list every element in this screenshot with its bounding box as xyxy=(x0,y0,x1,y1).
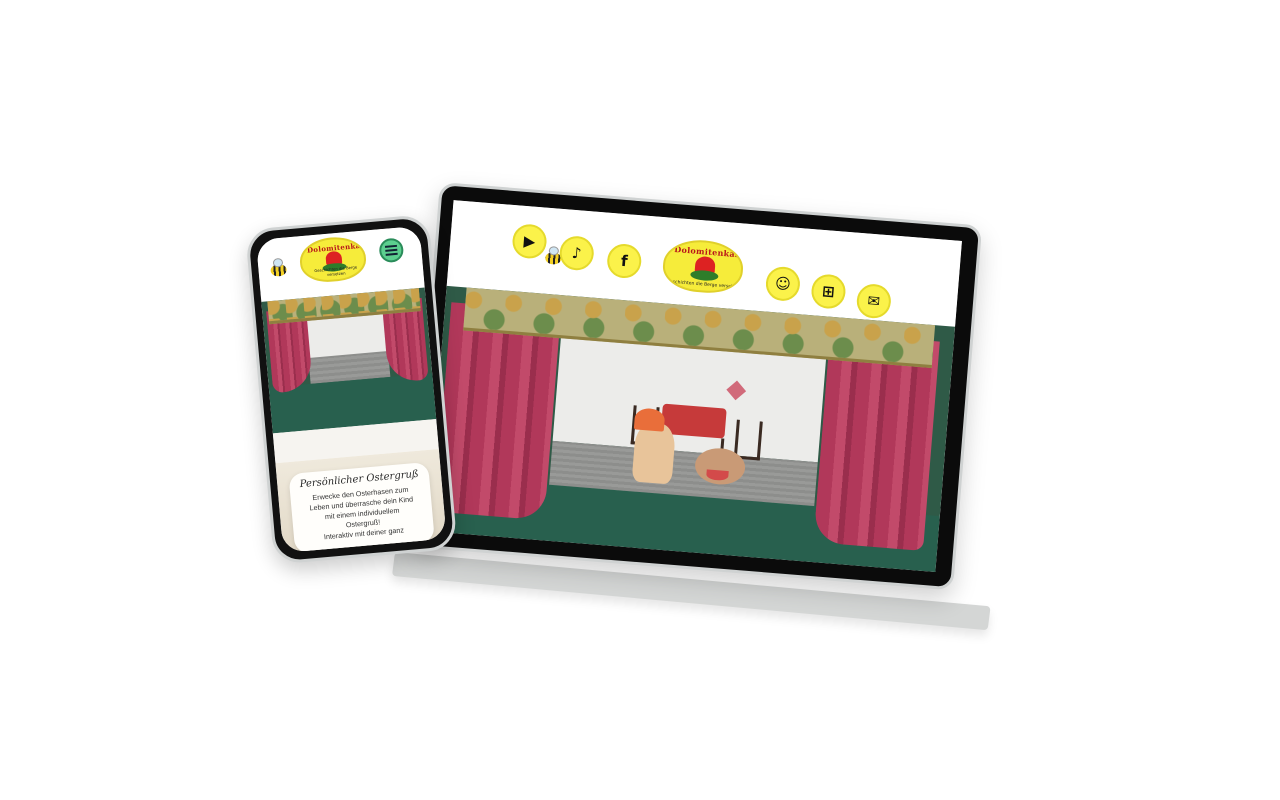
site-logo[interactable]: Dolomitenkasperl Geschichten die Berge v… xyxy=(661,237,746,296)
hamburger-menu-icon[interactable] xyxy=(378,237,405,264)
facebook-icon[interactable]: f xyxy=(605,242,643,280)
user-icon[interactable]: ☺ xyxy=(764,265,802,303)
laptop-screen: ▶ ♪ f Dolomitenkasperl Geschichten die B… xyxy=(426,200,962,572)
easter-greeting-card[interactable]: Persönlicher Ostergruß Erwecke den Oster… xyxy=(288,461,435,553)
kasperl-puppet xyxy=(631,421,677,485)
site-logo[interactable]: Dolomitenkasperl Geschichten die Berge v… xyxy=(298,234,368,285)
mail-icon[interactable]: ✉ xyxy=(855,282,893,320)
logo-tagline: Geschichten die Berge versetzen xyxy=(666,279,741,291)
logo-tagline: Geschichten die Berge versetzen xyxy=(314,264,358,278)
tiktok-icon[interactable]: ♪ xyxy=(558,234,596,272)
bee-icon xyxy=(270,263,288,277)
basket-icon[interactable]: ⊞ xyxy=(810,273,847,310)
phone-screen: Dolomitenkasperl Geschichten die Berge v… xyxy=(255,225,447,553)
mobile-header: Dolomitenkasperl Geschichten die Berge v… xyxy=(255,225,425,298)
phone-mockup: Dolomitenkasperl Geschichten die Berge v… xyxy=(245,213,458,565)
laptop-mockup: ▶ ♪ f Dolomitenkasperl Geschichten die B… xyxy=(0,0,1280,800)
youtube-icon[interactable]: ▶ xyxy=(511,223,548,260)
hero-image-puppet-stage xyxy=(426,285,956,572)
laptop-lid: ▶ ♪ f Dolomitenkasperl Geschichten die B… xyxy=(410,182,983,591)
card-text: Erwecke den Osterhasen zum Leben und übe… xyxy=(309,484,414,542)
hero-image-puppet-stage xyxy=(261,287,437,434)
